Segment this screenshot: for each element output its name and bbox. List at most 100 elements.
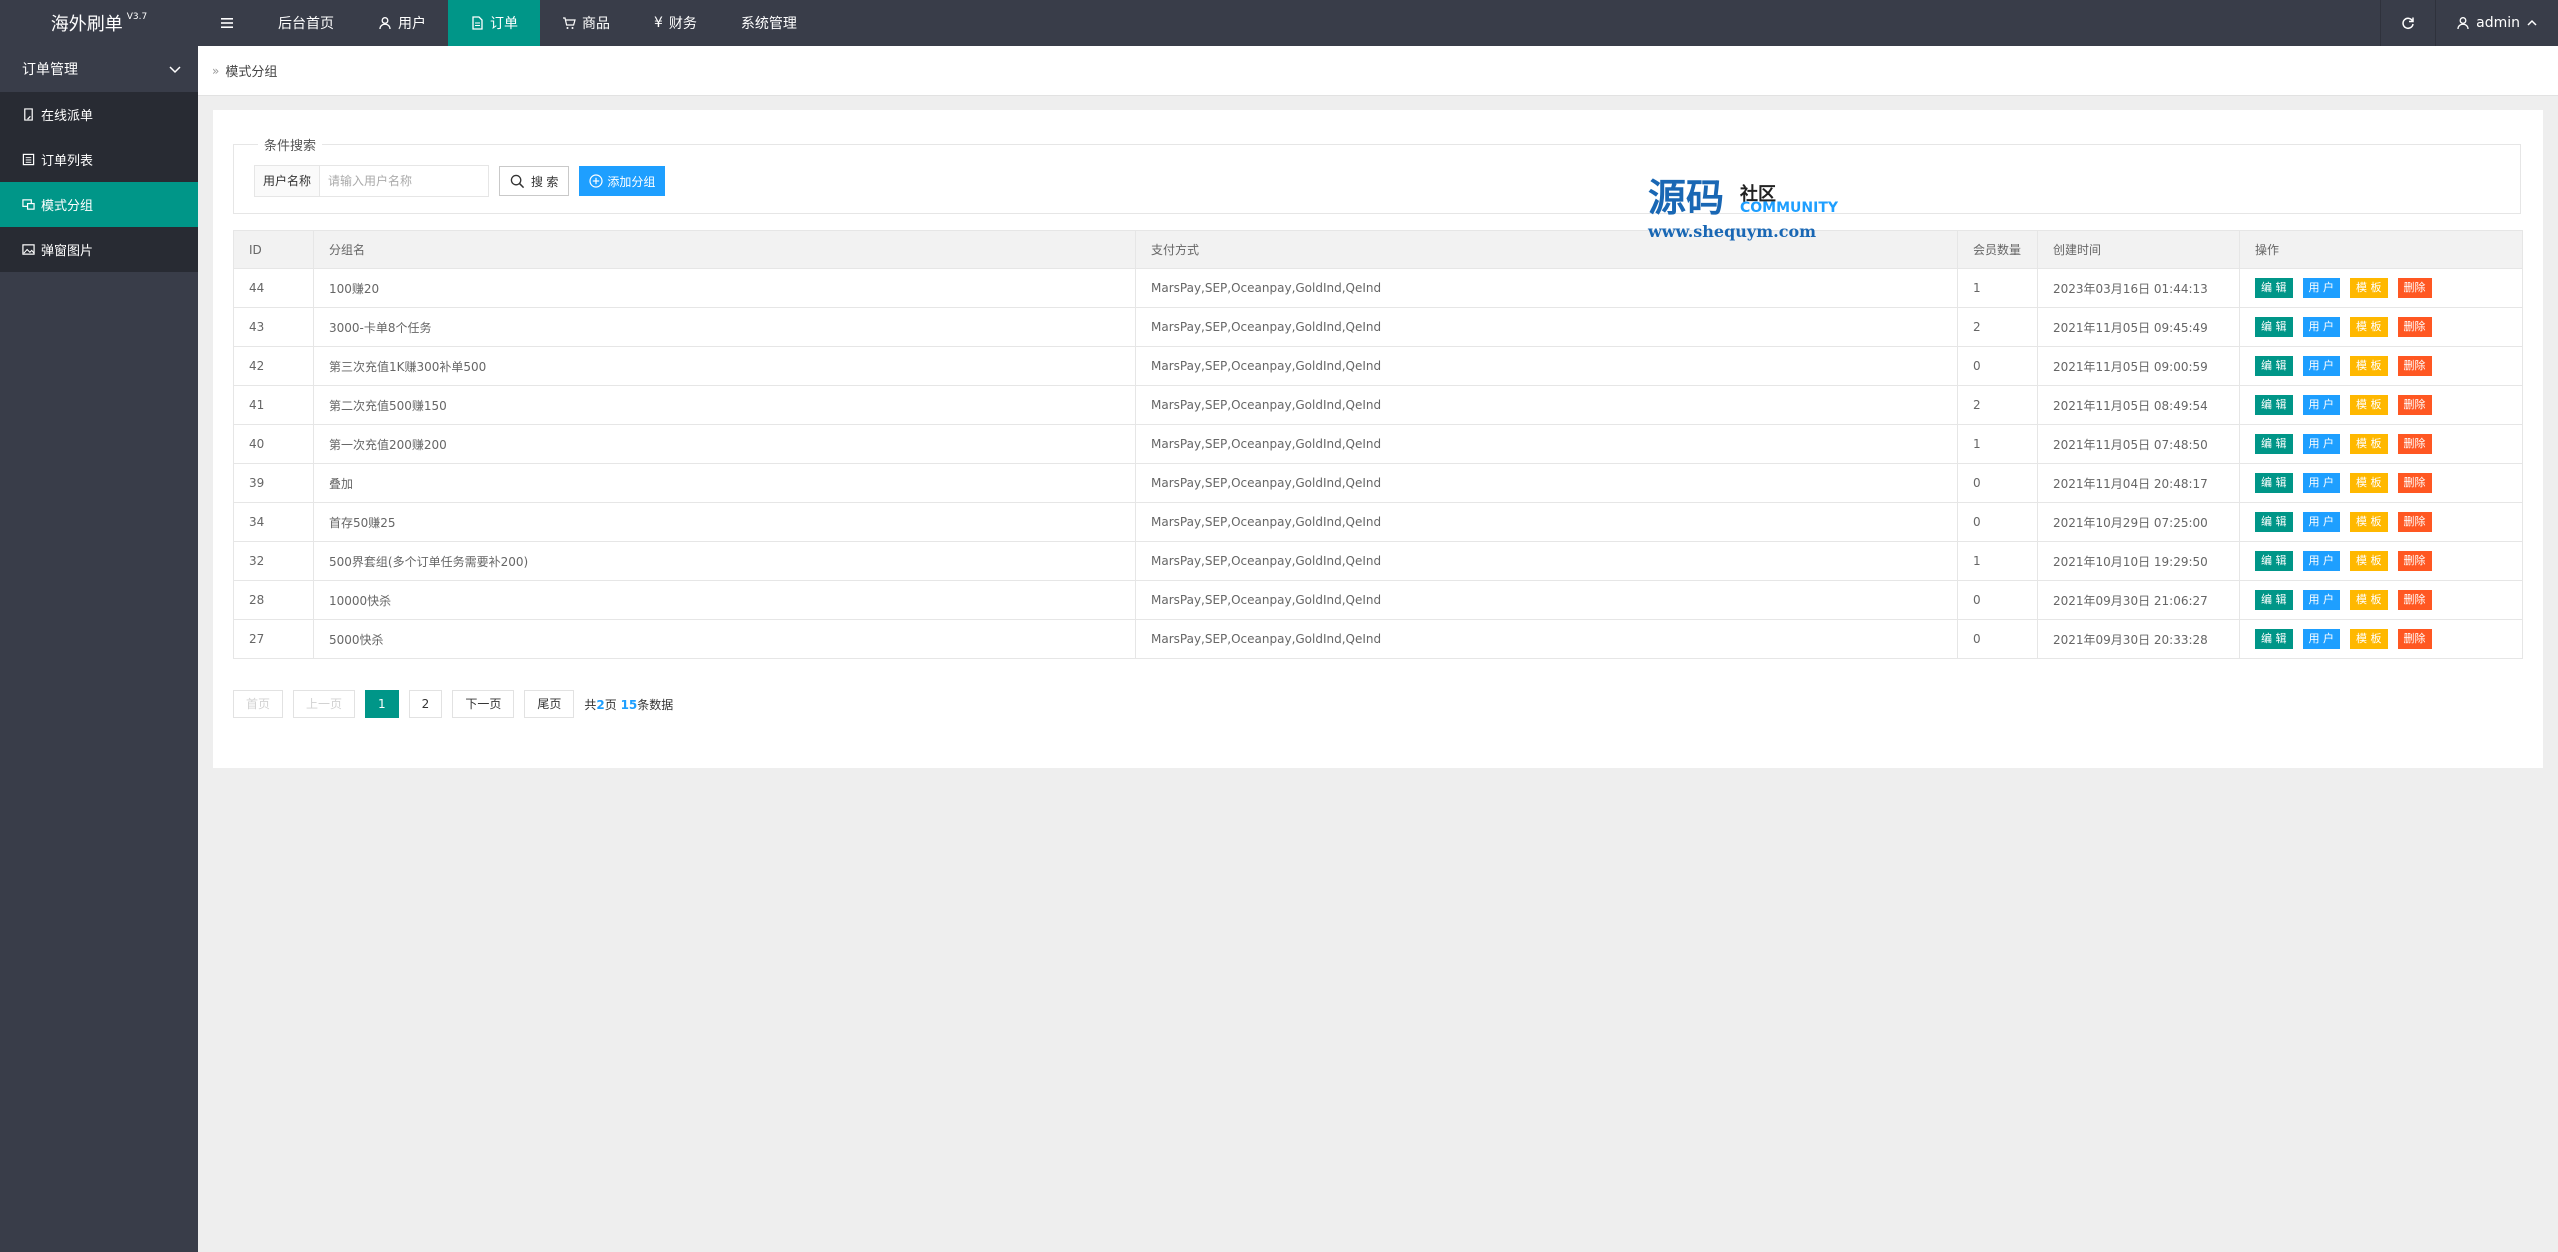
cell-time: 2021年11月04日 20:48:17: [2037, 463, 2240, 503]
info-suffix: 条数据: [637, 697, 674, 712]
sidebar-item-popup-image[interactable]: 弹窗图片: [0, 227, 198, 272]
search-fieldset: 条件搜索 用户名称 搜 索 添加分组: [233, 135, 2521, 214]
page-2-button[interactable]: 2: [408, 690, 443, 718]
search-legend: 条件搜索: [258, 135, 323, 154]
edit-button[interactable]: 编 辑: [2255, 434, 2293, 454]
cell-name: 第三次充值1K赚300补单500: [313, 346, 1136, 386]
cell-count: 1: [1957, 268, 2038, 308]
users-button[interactable]: 用 户: [2302, 629, 2340, 649]
template-button[interactable]: 模 板: [2350, 590, 2388, 610]
delete-button[interactable]: 删除: [2397, 356, 2432, 376]
add-group-button[interactable]: 添加分组: [579, 166, 666, 196]
refresh-button[interactable]: [2380, 0, 2435, 46]
users-button[interactable]: 用 户: [2302, 512, 2340, 532]
users-button[interactable]: 用 户: [2302, 278, 2340, 298]
col-actions: 操作: [2239, 230, 2523, 269]
chevron-down-icon: [169, 66, 181, 74]
template-button[interactable]: 模 板: [2350, 434, 2388, 454]
cell-count: 1: [1957, 541, 2038, 581]
cell-time: 2021年09月30日 21:06:27: [2037, 580, 2240, 620]
template-button[interactable]: 模 板: [2350, 473, 2388, 493]
users-button[interactable]: 用 户: [2302, 590, 2340, 610]
sidebar-item-dispatch[interactable]: 在线派单: [0, 92, 198, 137]
edit-button[interactable]: 编 辑: [2255, 317, 2293, 337]
last-page-button[interactable]: 尾页: [524, 690, 575, 718]
sidebar-item-order-list[interactable]: 订单列表: [0, 137, 198, 182]
edit-button[interactable]: 编 辑: [2255, 356, 2293, 376]
template-button[interactable]: 模 板: [2350, 317, 2388, 337]
delete-button[interactable]: 删除: [2397, 512, 2432, 532]
edit-button[interactable]: 编 辑: [2255, 512, 2293, 532]
username-search-input[interactable]: [319, 165, 490, 197]
users-button[interactable]: 用 户: [2302, 473, 2340, 493]
app-version: V3.7: [126, 12, 148, 22]
app-title: 海外刷单: [50, 14, 123, 35]
template-button[interactable]: 模 板: [2350, 629, 2388, 649]
users-button[interactable]: 用 户: [2302, 356, 2340, 376]
cell-time: 2021年11月05日 09:45:49: [2037, 307, 2240, 347]
cell-pay: MarsPay,SEP,Oceanpay,GoldInd,QeInd: [1135, 541, 1958, 581]
delete-button[interactable]: 删除: [2397, 590, 2432, 610]
nav-finance[interactable]: ¥ 财务: [632, 0, 719, 46]
nav-system[interactable]: 系统管理: [719, 0, 819, 46]
edit-button[interactable]: 编 辑: [2255, 278, 2293, 298]
cell-pay: MarsPay,SEP,Oceanpay,GoldInd,QeInd: [1135, 502, 1958, 542]
nav-home[interactable]: 后台首页: [256, 0, 356, 46]
info-mid: 页: [604, 697, 617, 712]
template-button[interactable]: 模 板: [2350, 356, 2388, 376]
delete-button[interactable]: 删除: [2397, 551, 2432, 571]
delete-button[interactable]: 删除: [2397, 629, 2432, 649]
prev-page-button[interactable]: 上一页: [293, 690, 356, 718]
row-actions: 编 辑用 户模 板删除: [2255, 395, 2507, 415]
delete-button[interactable]: 删除: [2397, 278, 2432, 298]
document-icon: [472, 16, 483, 30]
row-actions: 编 辑用 户模 板删除: [2255, 512, 2507, 532]
nav-orders[interactable]: 订单: [448, 0, 540, 46]
user-menu[interactable]: admin: [2435, 0, 2558, 46]
edit-button[interactable]: 编 辑: [2255, 473, 2293, 493]
edit-button[interactable]: 编 辑: [2255, 629, 2293, 649]
users-button[interactable]: 用 户: [2302, 395, 2340, 415]
delete-button[interactable]: 删除: [2397, 434, 2432, 454]
sidebar-item-mode-group[interactable]: 模式分组: [0, 182, 198, 227]
sidebar-group-orders[interactable]: 订单管理: [0, 46, 198, 92]
template-button[interactable]: 模 板: [2350, 395, 2388, 415]
table-row: 41 第二次充值500赚150 MarsPay,SEP,Oceanpay,GoldI…: [233, 385, 2523, 425]
users-button[interactable]: 用 户: [2302, 317, 2340, 337]
page-1-button[interactable]: 1: [365, 690, 399, 718]
search-button[interactable]: 搜 索: [499, 166, 570, 196]
edit-button[interactable]: 编 辑: [2255, 551, 2293, 571]
table-row: 40 第一次充值200赚200 MarsPay,SEP,Oceanpay,GoldI…: [233, 424, 2523, 464]
sidebar-item-label: 弹窗图片: [41, 244, 94, 259]
users-button[interactable]: 用 户: [2302, 551, 2340, 571]
table-row: 43 3000-卡单8个任务 MarsPay,SEP,Oceanpay,GoldIn…: [233, 307, 2523, 347]
edit-button[interactable]: 编 辑: [2255, 590, 2293, 610]
cell-name: 500界套组(多个订单任务需要补200): [313, 541, 1136, 581]
next-page-button[interactable]: 下一页: [452, 690, 515, 718]
table-body: 44 100赚20 MarsPay,SEP,Oceanpay,GoldInd,QeI…: [233, 268, 2523, 659]
watermark-big: 源码: [1648, 176, 1725, 220]
cell-id: 27: [233, 619, 314, 659]
template-button[interactable]: 模 板: [2350, 278, 2388, 298]
template-button[interactable]: 模 板: [2350, 512, 2388, 532]
row-actions: 编 辑用 户模 板删除: [2255, 473, 2507, 493]
table-header-row: ID 分组名 支付方式 会员数量 创建时间 操作: [233, 230, 2523, 269]
users-button[interactable]: 用 户: [2302, 434, 2340, 454]
template-button[interactable]: 模 板: [2350, 551, 2388, 571]
table-row: 39 叠加 MarsPay,SEP,Oceanpay,GoldInd,QeInd 0 2…: [233, 463, 2523, 503]
menu-toggle-button[interactable]: [198, 0, 256, 46]
nav-users[interactable]: 用户: [356, 0, 448, 46]
app-logo[interactable]: 海外刷单 V3.7: [0, 0, 198, 46]
cell-pay: MarsPay,SEP,Oceanpay,GoldInd,QeInd: [1135, 385, 1958, 425]
delete-button[interactable]: 删除: [2397, 317, 2432, 337]
cart-icon: [563, 17, 576, 29]
delete-button[interactable]: 删除: [2397, 473, 2432, 493]
first-page-button[interactable]: 首页: [233, 690, 284, 718]
delete-button[interactable]: 删除: [2397, 395, 2432, 415]
cell-id: 44: [233, 268, 314, 308]
edit-button[interactable]: 编 辑: [2255, 395, 2293, 415]
total-pages: 2: [596, 697, 605, 712]
cell-actions: 编 辑用 户模 板删除: [2239, 346, 2523, 386]
sidebar-item-label: 模式分组: [41, 199, 94, 214]
nav-goods[interactable]: 商品: [540, 0, 632, 46]
